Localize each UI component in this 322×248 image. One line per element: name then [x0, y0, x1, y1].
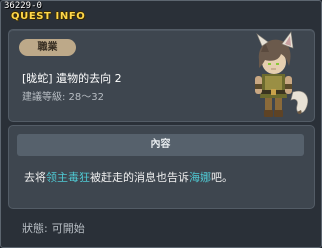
job-badge: 職業: [19, 39, 76, 56]
status-value: 可開始: [51, 222, 85, 235]
npc-link-hana[interactable]: 海娜: [189, 171, 211, 184]
npc-link-lord[interactable]: 领主毒狂: [46, 171, 90, 184]
content-text-post: 吧。: [211, 171, 233, 184]
content-text-mid: 被赶走的消息也告诉: [90, 171, 189, 184]
quest-name: [昽蛇] 遺物的去向 2: [22, 72, 122, 85]
quest-content-panel: 內容 去将领主毒狂被赶走的消息也告诉海娜吧。: [8, 125, 315, 209]
content-header: 內容: [17, 134, 304, 156]
quest-info-window: 36229-0 QUEST INFO 職業 [昽蛇] 遺物的去向 2 建議等級:…: [0, 0, 322, 248]
window-title: QUEST INFO: [11, 11, 86, 22]
recommended-level: 建議等級: 28～32: [22, 92, 104, 103]
quest-status: 狀態: 可開始: [22, 222, 89, 236]
content-description: 去将领主毒狂被赶走的消息也告诉海娜吧。: [24, 170, 233, 185]
character-sprite-icon: [255, 31, 308, 117]
content-text-pre: 去将: [24, 171, 46, 184]
quest-summary-panel: 職業 [昽蛇] 遺物的去向 2 建議等級: 28～32: [8, 29, 315, 122]
status-label: 狀態:: [22, 222, 48, 235]
